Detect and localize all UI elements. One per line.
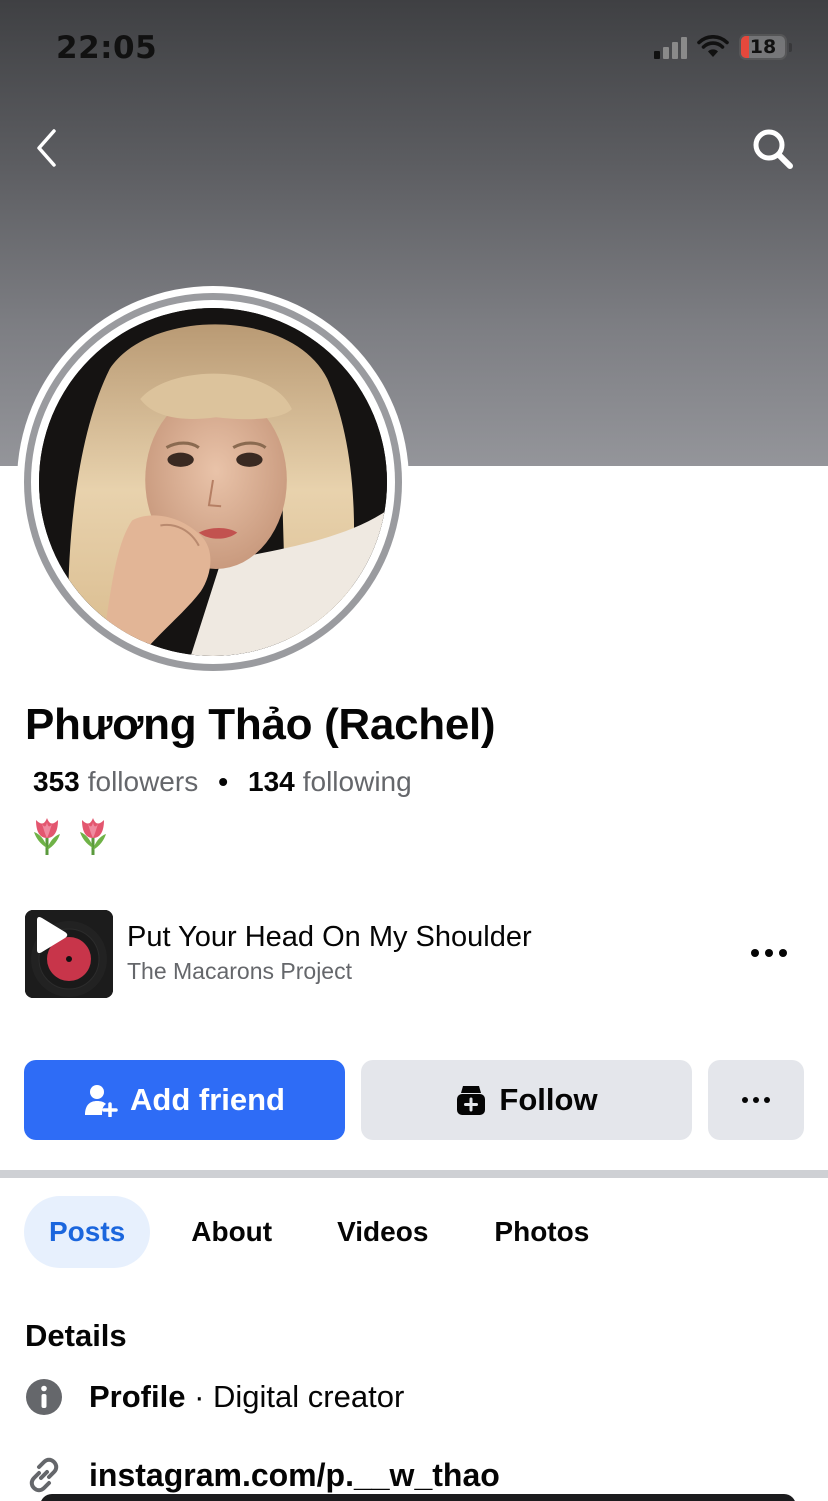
tulip-emoji [34,818,60,855]
tab-posts[interactable]: Posts [24,1196,151,1268]
profile-tabs: Posts About Videos Photos [24,1196,589,1268]
stats-separator: • [218,766,229,797]
tulip-emoji [80,818,106,855]
tab-photos[interactable]: Photos [494,1196,589,1268]
more-dot [753,1097,759,1103]
info-icon [26,1379,62,1415]
wifi-icon [697,35,729,57]
more-dot [764,1097,770,1103]
followers-count[interactable]: 353 [33,766,80,798]
story-ring [24,293,402,671]
details-heading: Details [25,1318,127,1353]
follow-stats: 353 followers • 134 following [33,766,412,798]
more-dot [751,949,759,957]
link-icon [29,1457,59,1493]
following-label[interactable]: following [303,766,412,798]
battery-level: 18 [749,36,777,58]
status-time: 22:05 [56,30,158,66]
followers-label[interactable]: followers [88,766,198,798]
detail-profile-value: Digital creator [213,1379,405,1414]
avatar-portrait [39,308,387,656]
search-icon [753,129,793,169]
song-artist[interactable]: The Macarons Project [127,958,352,985]
song-options-button[interactable] [744,935,794,971]
tab-about[interactable]: About [191,1196,272,1268]
more-dot [779,949,787,957]
detail-profile-label: Profile [89,1379,186,1414]
profile-page: 22:05 18 Phương Thảo (Rachel) 353 follow… [0,0,828,1501]
profile-picture[interactable] [17,286,409,678]
back-button[interactable] [28,124,68,174]
following-count[interactable]: 134 [248,766,295,798]
add-friend-label: Add friend [130,1082,285,1117]
follow-inbox-icon [457,1086,486,1115]
more-options-button[interactable] [708,1060,804,1140]
detail-profile-type: Profile · Digital creator [25,1378,404,1416]
play-icon [37,916,68,954]
detail-website: instagram.com/p.__w_thao [25,1456,500,1494]
follow-button[interactable]: Follow [361,1060,692,1140]
tab-videos[interactable]: Videos [337,1196,428,1268]
add-person-icon [85,1085,118,1117]
battery-icon: 18 [739,34,787,60]
chevron-left-icon [37,129,56,167]
song-title[interactable]: Put Your Head On My Shoulder [127,921,532,954]
follow-label: Follow [499,1082,598,1117]
bio [28,814,112,856]
home-indicator [40,1494,796,1501]
add-friend-button[interactable]: Add friend [24,1060,345,1140]
music-play-button[interactable] [25,910,113,998]
more-dot [742,1097,748,1103]
cellular-signal-icon [654,35,687,59]
detail-link-text[interactable]: instagram.com/p.__w_thao [89,1457,500,1494]
avatar [39,308,387,656]
profile-name: Phương Thảo (Rachel) [25,700,496,749]
search-button[interactable] [748,124,798,174]
detail-separator: · [185,1379,214,1414]
more-dot [765,949,773,957]
status-icons: 18 [654,34,792,60]
section-divider [0,1170,828,1178]
battery-tip [789,42,792,52]
